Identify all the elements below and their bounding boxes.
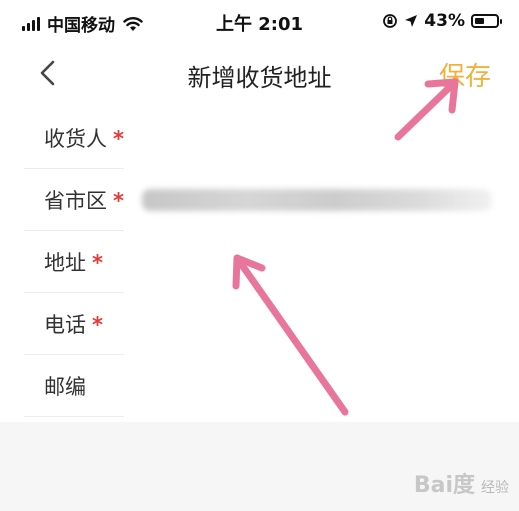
region-value-blurred[interactable] (142, 189, 492, 211)
bottom-area: Bai度 经验 (0, 422, 519, 511)
field-label: 地址 * (44, 251, 103, 275)
field-label: 邮编 (44, 375, 86, 399)
rotation-lock-icon (383, 14, 398, 28)
form-row-postcode[interactable]: 邮编 (24, 355, 519, 417)
field-label: 收货人 * (44, 127, 124, 151)
address-form: 收货人 * 省市区 * 地址 * 电话 * 邮编 (0, 102, 519, 422)
required-mark: * (92, 313, 103, 337)
required-mark: * (92, 251, 103, 275)
divider (24, 416, 124, 417)
field-label: 省市区 * (44, 189, 124, 213)
form-row-address[interactable]: 地址 * (24, 231, 519, 293)
form-row-recipient[interactable]: 收货人 * (24, 107, 519, 169)
status-bar: 中国移动 上午 2:01 43% (0, 0, 519, 44)
form-row-region[interactable]: 省市区 * (24, 169, 519, 231)
watermark-sub: 经验 (481, 480, 509, 496)
form-row-phone[interactable]: 电话 * (24, 293, 519, 355)
required-mark: * (113, 127, 124, 151)
battery-percent: 43% (424, 11, 465, 31)
watermark: Bai度 经验 (414, 467, 509, 499)
battery-icon (471, 14, 502, 28)
field-label: 电话 * (44, 313, 103, 337)
nav-bar: 新增收货地址 保存 (0, 44, 519, 102)
location-arrow-icon (405, 15, 418, 27)
required-mark: * (113, 189, 124, 213)
status-right: 43% (382, 11, 502, 31)
save-button[interactable]: 保存 (439, 56, 491, 93)
watermark-brand: Bai度 (413, 473, 475, 498)
